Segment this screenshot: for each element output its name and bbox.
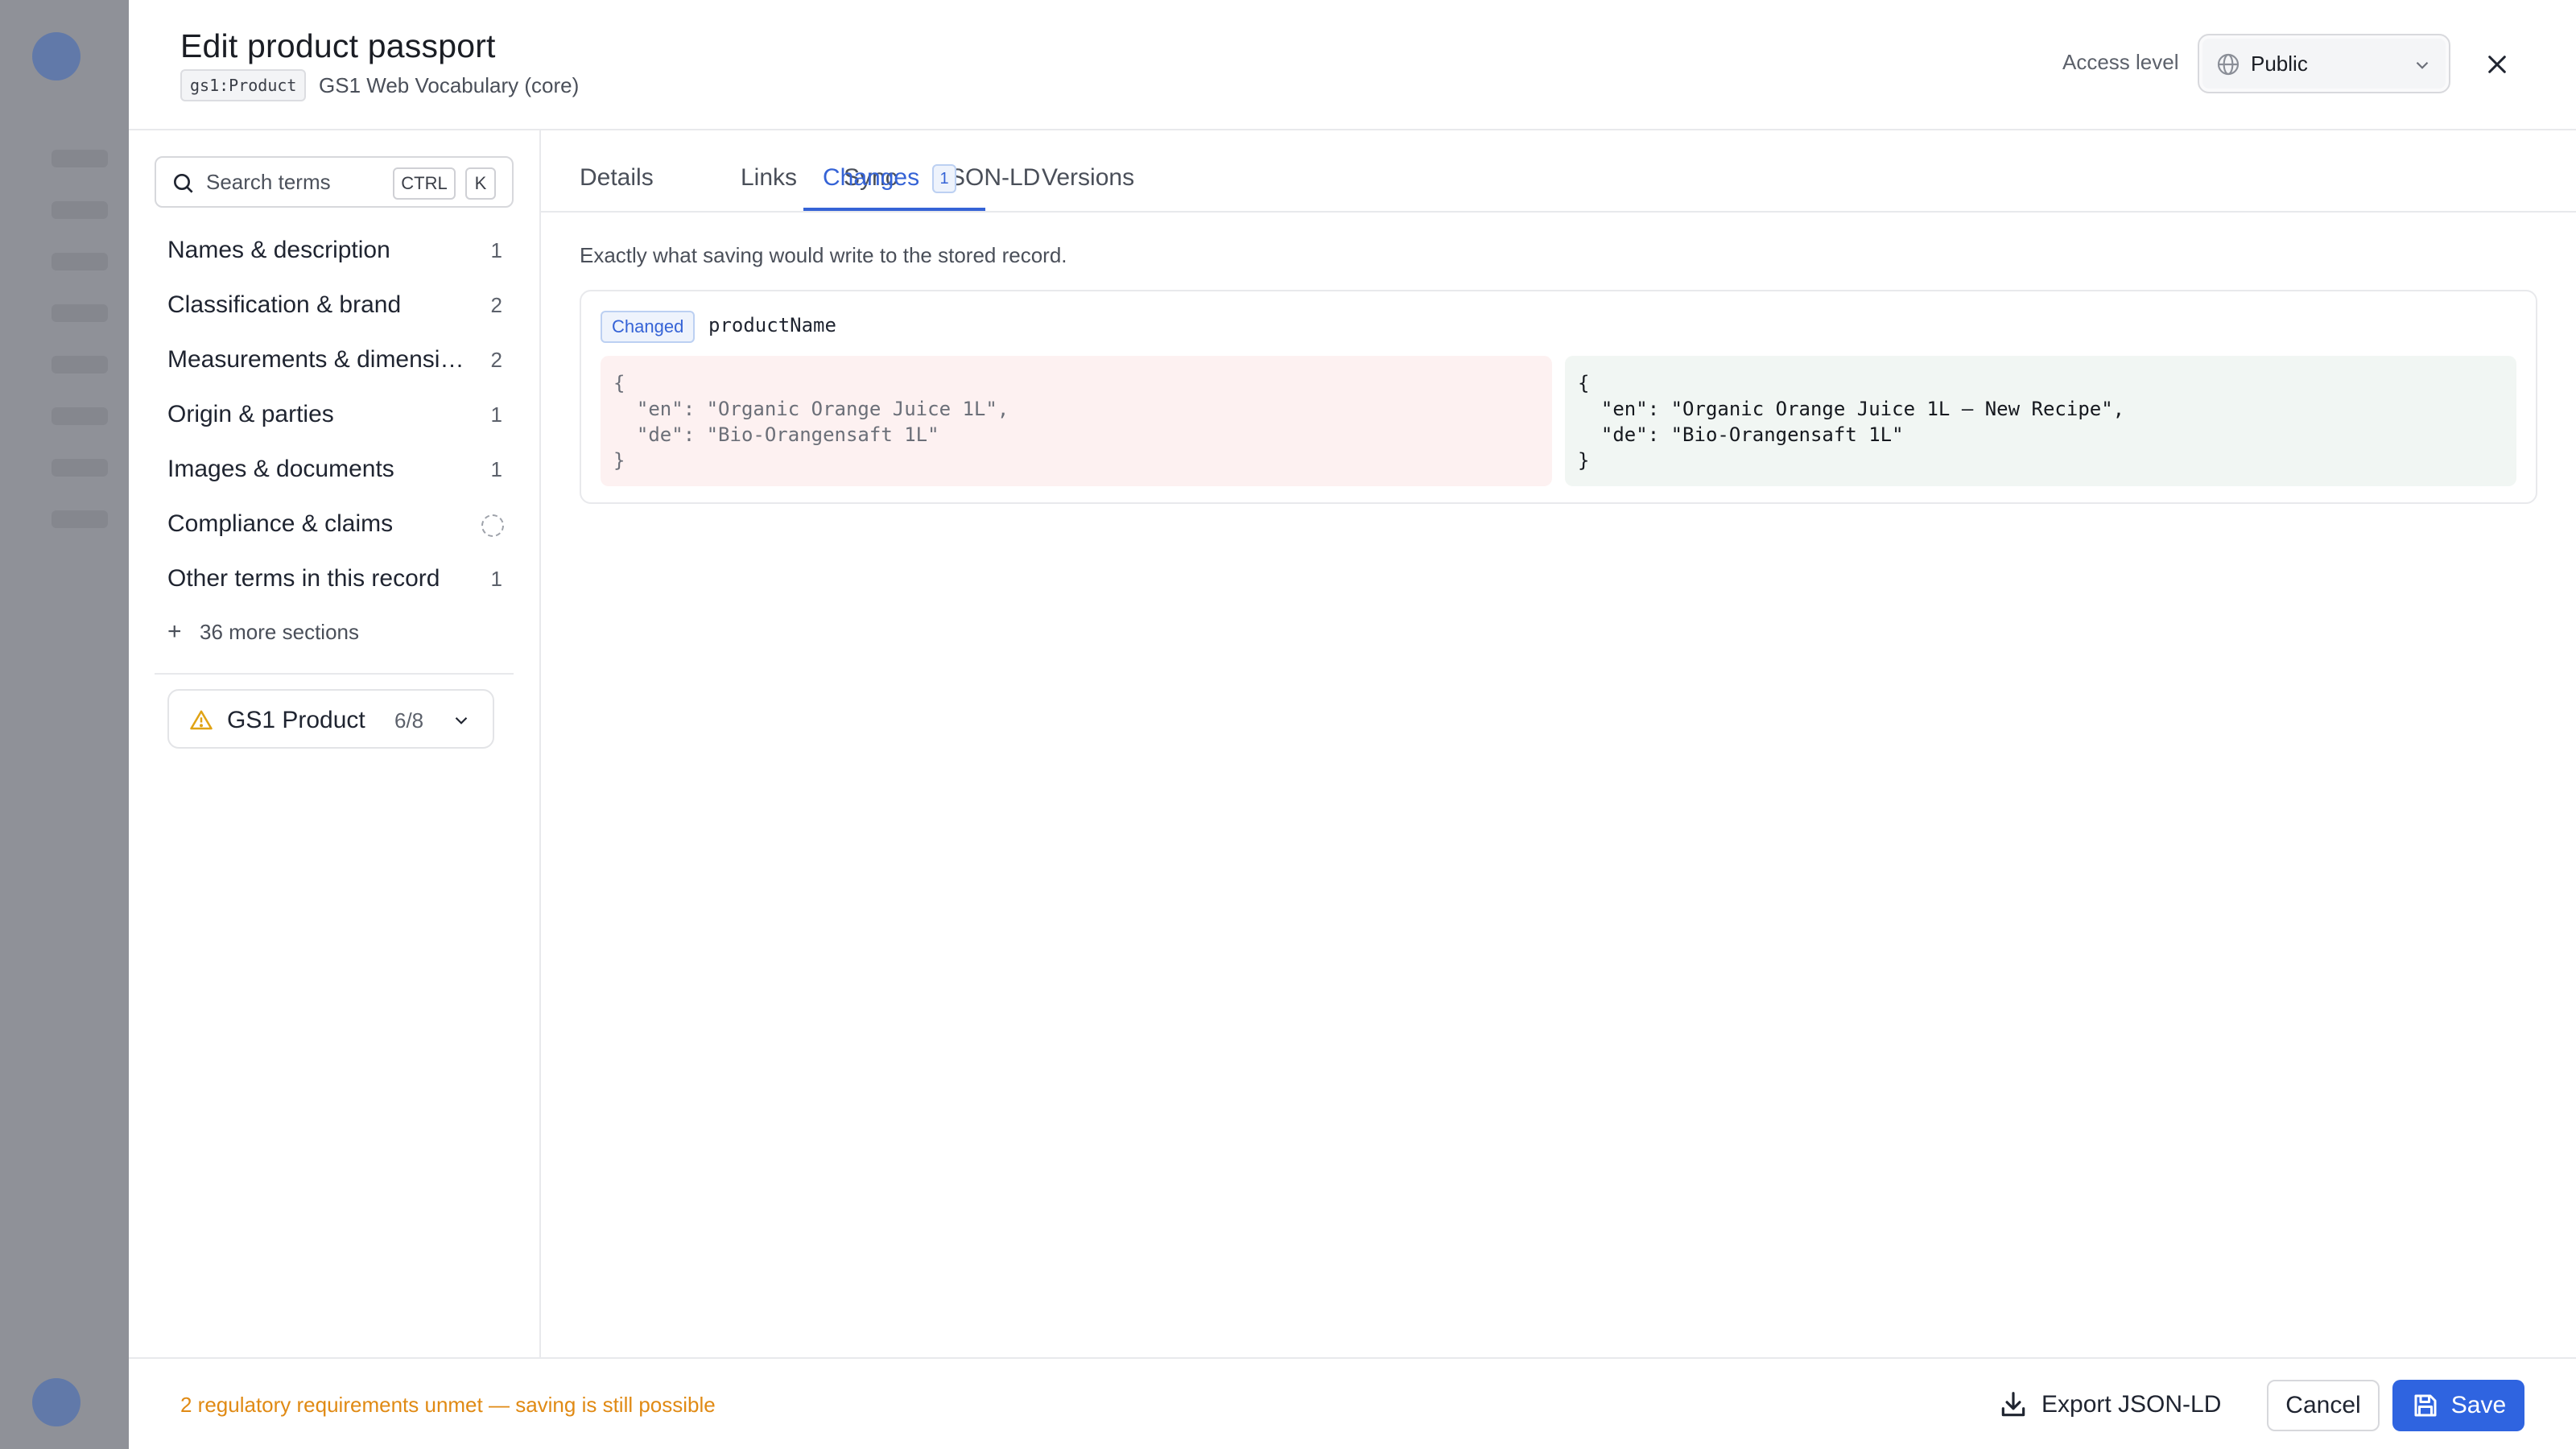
- background-nav-item: [52, 304, 108, 322]
- active-tab-indicator: [803, 208, 985, 211]
- background-app-sidebar: [0, 0, 129, 1449]
- section-item-classification-brand[interactable]: Classification & brand 2: [155, 279, 514, 333]
- background-logo: [32, 32, 80, 80]
- main-panel: Details Links Sync JSON-LD Changes 1 Vers…: [541, 130, 2576, 1357]
- tab-versions[interactable]: Versions: [1042, 164, 1134, 192]
- section-item-label: Measurements & dimensions: [167, 346, 470, 373]
- vocabulary-label: GS1 Web Vocabulary (core): [319, 73, 580, 97]
- new-value-pane: { "en": "Organic Orange Juice 1L — New R…: [1565, 356, 2516, 486]
- section-list: Names & description 1 Classification & b…: [155, 224, 514, 607]
- section-item-label: Compliance & claims: [167, 510, 394, 537]
- access-level-label: Access level: [2062, 50, 2179, 74]
- close-button[interactable]: [2478, 45, 2516, 84]
- background-nav-item: [52, 510, 108, 528]
- background-avatar: [32, 1378, 80, 1426]
- profile-compliance-dropdown[interactable]: GS1 Product 6/8: [167, 689, 494, 749]
- section-item-measurements-dimensions[interactable]: Measurements & dimensions 2: [155, 333, 514, 388]
- warning-icon: [190, 710, 213, 730]
- section-item-label: Names & description: [167, 237, 390, 263]
- section-item-origin-parties[interactable]: Origin & parties 1: [155, 388, 514, 443]
- cancel-button[interactable]: Cancel: [2267, 1380, 2380, 1431]
- section-item-other-terms[interactable]: Other terms in this record 1: [155, 552, 514, 607]
- access-level-value: Public: [2251, 52, 2308, 76]
- edit-product-passport-dialog: Edit product passport gs1:Product GS1 We…: [129, 0, 2576, 1449]
- more-sections-label: 36 more sections: [200, 620, 359, 644]
- section-item-images-documents[interactable]: Images & documents 1: [155, 443, 514, 497]
- requirements-warning: 2 regulatory requirements unmet — saving…: [180, 1393, 716, 1417]
- sections-sidebar: Search terms CTRL K Names & description …: [129, 130, 541, 1357]
- save-label: Save: [2450, 1392, 2507, 1418]
- section-item-count: 1: [490, 402, 502, 427]
- section-item-label: Origin & parties: [167, 401, 334, 427]
- access-level-select[interactable]: Public: [2198, 34, 2450, 93]
- type-badge: gs1:Product: [180, 69, 307, 101]
- changed-field-name: productName: [708, 314, 836, 336]
- shortcut-ctrl-key: CTRL: [393, 167, 456, 200]
- search-input[interactable]: Search terms CTRL K: [155, 156, 514, 208]
- tab-bar: Details Links Sync JSON-LD Changes 1 Vers…: [541, 130, 2576, 213]
- dialog-title: Edit product passport: [180, 27, 496, 64]
- changes-description: Exactly what saving would write to the s…: [580, 243, 1067, 267]
- diff-card: Changed productName { "en": "Organic Ora…: [580, 290, 2537, 504]
- shortcut-k-key: K: [465, 167, 496, 200]
- search-icon: [174, 174, 193, 193]
- section-item-label: Other terms in this record: [167, 565, 440, 592]
- export-json-ld-button[interactable]: Export JSON-LD: [1998, 1380, 2221, 1430]
- old-value-pane: { "en": "Organic Orange Juice 1L", "de":…: [601, 356, 1552, 486]
- section-item-label: Images & documents: [167, 456, 394, 482]
- section-item-label: Classification & brand: [167, 291, 402, 318]
- globe-icon: [2217, 53, 2240, 76]
- download-icon: [2001, 1392, 2025, 1417]
- tab-changes[interactable]: Changes 1: [823, 164, 957, 193]
- background-nav-item: [52, 356, 108, 374]
- loading-spinner-icon: [481, 514, 504, 537]
- background-nav-item: [52, 459, 108, 477]
- dialog-footer: 2 regulatory requirements unmet — saving…: [129, 1357, 2576, 1449]
- search-placeholder: Search terms: [206, 170, 331, 194]
- export-label: Export JSON-LD: [2041, 1391, 2222, 1418]
- section-item-count: 2: [490, 293, 502, 317]
- save-button[interactable]: Save: [2392, 1380, 2524, 1431]
- tab-details[interactable]: Details: [580, 164, 654, 192]
- save-icon: [2414, 1394, 2437, 1417]
- chevron-down-icon: [455, 716, 468, 724]
- sidebar-divider: [155, 673, 514, 675]
- profile-name: GS1 Product: [227, 707, 365, 733]
- section-item-compliance-claims[interactable]: Compliance & claims: [155, 497, 514, 552]
- background-nav-item: [52, 253, 108, 270]
- section-item-count: 1: [490, 567, 502, 591]
- section-item-count: 1: [490, 238, 502, 262]
- background-nav-item: [52, 201, 108, 219]
- close-icon: [2488, 56, 2506, 73]
- background-nav-item: [52, 407, 108, 425]
- more-sections-button[interactable]: +36 more sections: [167, 618, 359, 646]
- changed-badge: Changed: [601, 311, 696, 343]
- section-item-names-description[interactable]: Names & description 1: [155, 224, 514, 279]
- background-nav-item: [52, 150, 108, 167]
- tab-links[interactable]: Links: [741, 164, 797, 192]
- section-item-count: 1: [490, 457, 502, 481]
- chevron-down-icon: [2416, 61, 2429, 69]
- tab-changes-label: Changes: [823, 164, 920, 191]
- changes-count-badge: 1: [932, 164, 957, 193]
- profile-score: 6/8: [394, 708, 424, 733]
- section-item-count: 2: [490, 348, 502, 372]
- plus-icon: +: [167, 618, 182, 645]
- dialog-header: Edit product passport gs1:Product GS1 We…: [129, 0, 2576, 130]
